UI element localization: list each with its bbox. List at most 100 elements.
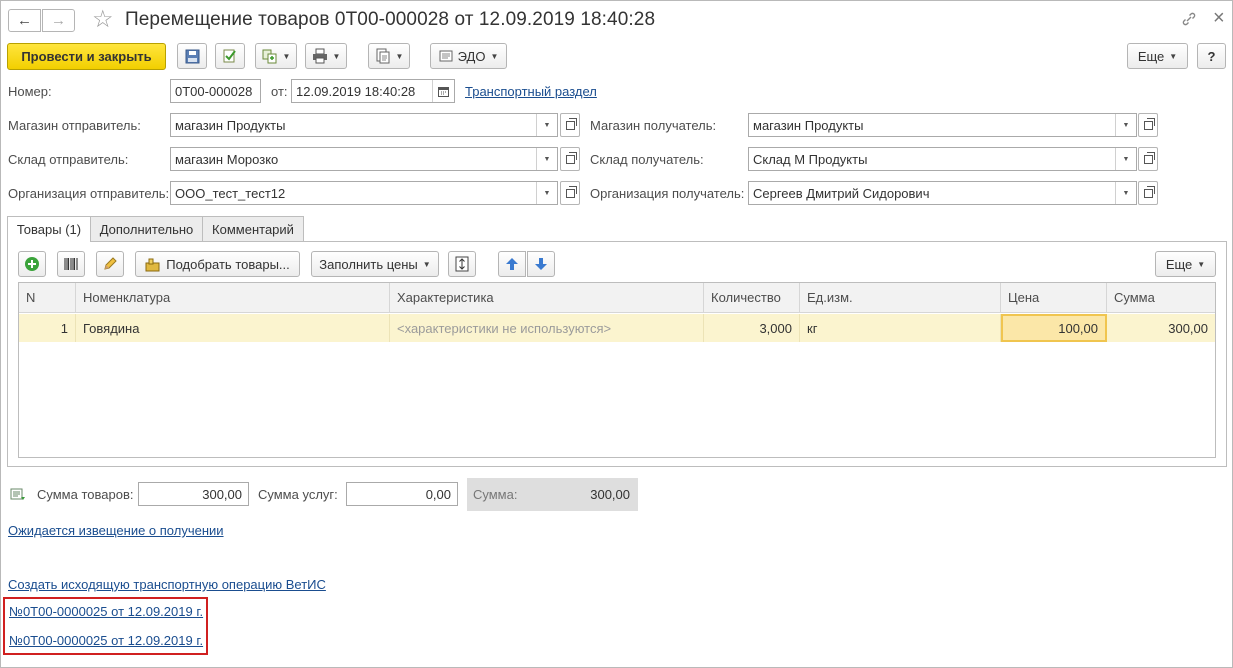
receiver-org-label: Организация получатель: [590, 186, 745, 201]
back-button[interactable]: ← [8, 9, 41, 32]
chevron-down-icon: ▼ [1197, 259, 1206, 269]
chevron-down-icon[interactable]: ▼ [536, 114, 557, 136]
column-header-nomenclature[interactable]: Номенклатура [76, 283, 390, 313]
chevron-down-icon: ▼ [1169, 51, 1178, 61]
open-icon [1143, 185, 1155, 198]
open-icon [1143, 151, 1155, 164]
chevron-down-icon: ▼ [395, 51, 404, 61]
open-receiver-warehouse-button[interactable] [1138, 147, 1158, 171]
column-header-price[interactable]: Цена [1001, 283, 1107, 313]
open-sender-warehouse-button[interactable] [560, 147, 580, 171]
receiver-warehouse-label: Склад получатель: [590, 152, 704, 167]
help-button[interactable]: ? [1197, 43, 1226, 69]
column-header-sum[interactable]: Сумма [1107, 283, 1215, 313]
receiver-warehouse-value: Склад М Продукты [753, 151, 868, 167]
open-sender-store-button[interactable] [560, 113, 580, 137]
more-label: Еще [1137, 48, 1165, 64]
sender-warehouse-field[interactable]: магазин Морозко ▼ [170, 147, 558, 171]
sender-store-field[interactable]: магазин Продукты ▼ [170, 113, 558, 137]
create-based-on-button[interactable]: ▼ [255, 43, 297, 69]
receiver-store-field[interactable]: магазин Продукты ▼ [748, 113, 1137, 137]
cell-sum[interactable]: 300,00 [1107, 314, 1215, 342]
tab-additional[interactable]: Дополнительно [90, 216, 203, 241]
reports-button[interactable]: ▼ [368, 43, 410, 69]
close-icon[interactable]: × [1213, 7, 1225, 30]
document-link-1[interactable]: №0Т00-0000025 от 12.09.2019 г. [9, 604, 203, 619]
total-sum-value: 300,00 [590, 487, 630, 502]
receiver-store-value: магазин Продукты [753, 117, 864, 133]
window-title: Перемещение товаров 0Т00-000028 от 12.09… [125, 9, 656, 30]
report-icon [376, 48, 390, 64]
chevron-down-icon[interactable]: ▼ [1115, 114, 1136, 136]
more-button[interactable]: Еще ▼ [1127, 43, 1188, 69]
pick-goods-label: Подобрать товары... [166, 256, 290, 272]
chevron-down-icon[interactable]: ▼ [536, 148, 557, 170]
print-button[interactable]: ▼ [305, 43, 347, 69]
sender-org-value: ООО_тест_тест12 [175, 185, 286, 201]
fill-prices-button[interactable]: Заполнить цены ▼ [311, 251, 439, 277]
number-label: Номер: [8, 84, 52, 99]
chevron-down-icon[interactable]: ▼ [536, 182, 557, 204]
cell-unit[interactable]: кг [800, 314, 1001, 342]
sender-warehouse-value: магазин Морозко [175, 151, 279, 167]
cell-n[interactable]: 1 [19, 314, 76, 342]
table-more-button[interactable]: Еще ▼ [1155, 251, 1216, 277]
edit-button[interactable] [96, 251, 124, 277]
open-icon [1143, 117, 1155, 130]
edo-button[interactable]: ЭДО ▼ [430, 43, 507, 69]
printer-icon [312, 48, 327, 64]
cell-nomenclature[interactable]: Говядина [76, 314, 390, 342]
fill-prices-label: Заполнить цены [319, 256, 418, 272]
arrow-down-icon [535, 258, 547, 270]
post-document-icon [223, 49, 236, 63]
favorite-star-icon[interactable]: ☆ [92, 5, 114, 34]
sender-org-field[interactable]: ООО_тест_тест12 ▼ [170, 181, 558, 205]
chevron-down-icon[interactable]: ▼ [1115, 182, 1136, 204]
move-up-button[interactable] [498, 251, 526, 277]
open-sender-org-button[interactable] [560, 181, 580, 205]
open-receiver-org-button[interactable] [1138, 181, 1158, 205]
post-button[interactable] [215, 43, 245, 69]
receiver-org-field[interactable]: Сергеев Дмитрий Сидорович ▼ [748, 181, 1137, 205]
goods-sum-label: Сумма товаров: [37, 487, 134, 502]
create-vetis-operation-link[interactable]: Создать исходящую транспортную операцию … [8, 577, 326, 592]
tab-goods[interactable]: Товары (1) [7, 216, 91, 242]
awaiting-notice-link[interactable]: Ожидается извещение о получении [8, 523, 224, 538]
chevron-down-icon[interactable]: ▼ [1115, 148, 1136, 170]
date-label: от: [271, 84, 288, 99]
goods-sum-field: 300,00 [138, 482, 249, 506]
calendar-icon[interactable] [432, 80, 454, 102]
open-receiver-store-button[interactable] [1138, 113, 1158, 137]
link-icon[interactable] [1181, 11, 1197, 27]
column-header-unit[interactable]: Ед.изм. [800, 283, 1001, 313]
column-header-quantity[interactable]: Количество [704, 283, 800, 313]
services-sum-label: Сумма услуг: [258, 487, 338, 502]
post-and-close-button[interactable]: Провести и закрыть [7, 43, 166, 70]
number-field[interactable]: 0Т00-000028 [170, 79, 261, 103]
arrow-up-icon [506, 258, 518, 270]
add-row-button[interactable] [18, 251, 46, 277]
open-icon [565, 117, 577, 130]
column-header-n[interactable]: N [19, 283, 76, 313]
forward-button[interactable]: → [42, 9, 75, 32]
pick-goods-icon [145, 258, 160, 271]
date-field[interactable]: 12.09.2019 18:40:28 [291, 79, 455, 103]
save-button[interactable] [177, 43, 207, 69]
goods-table[interactable]: N Номенклатура Характеристика Количество… [18, 282, 1216, 458]
total-sum-box: Сумма: 300,00 [467, 478, 638, 511]
cell-characteristic[interactable]: <характеристики не используются> [390, 314, 704, 342]
transport-section-link[interactable]: Транспортный раздел [465, 84, 597, 99]
move-down-button[interactable] [527, 251, 555, 277]
open-icon [565, 151, 577, 164]
pick-goods-button[interactable]: Подобрать товары... [135, 251, 300, 277]
expand-rows-button[interactable] [448, 251, 476, 277]
barcode-button[interactable] [57, 251, 85, 277]
tab-comment[interactable]: Комментарий [202, 216, 304, 241]
column-header-characteristic[interactable]: Характеристика [390, 283, 704, 313]
plus-circle-icon [25, 257, 39, 271]
cell-quantity[interactable]: 3,000 [704, 314, 800, 342]
document-link-2[interactable]: №0Т00-0000025 от 12.09.2019 г. [9, 633, 203, 648]
table-more-label: Еще [1165, 256, 1193, 272]
receiver-warehouse-field[interactable]: Склад М Продукты ▼ [748, 147, 1137, 171]
cell-price[interactable]: 100,00 [1001, 314, 1107, 342]
